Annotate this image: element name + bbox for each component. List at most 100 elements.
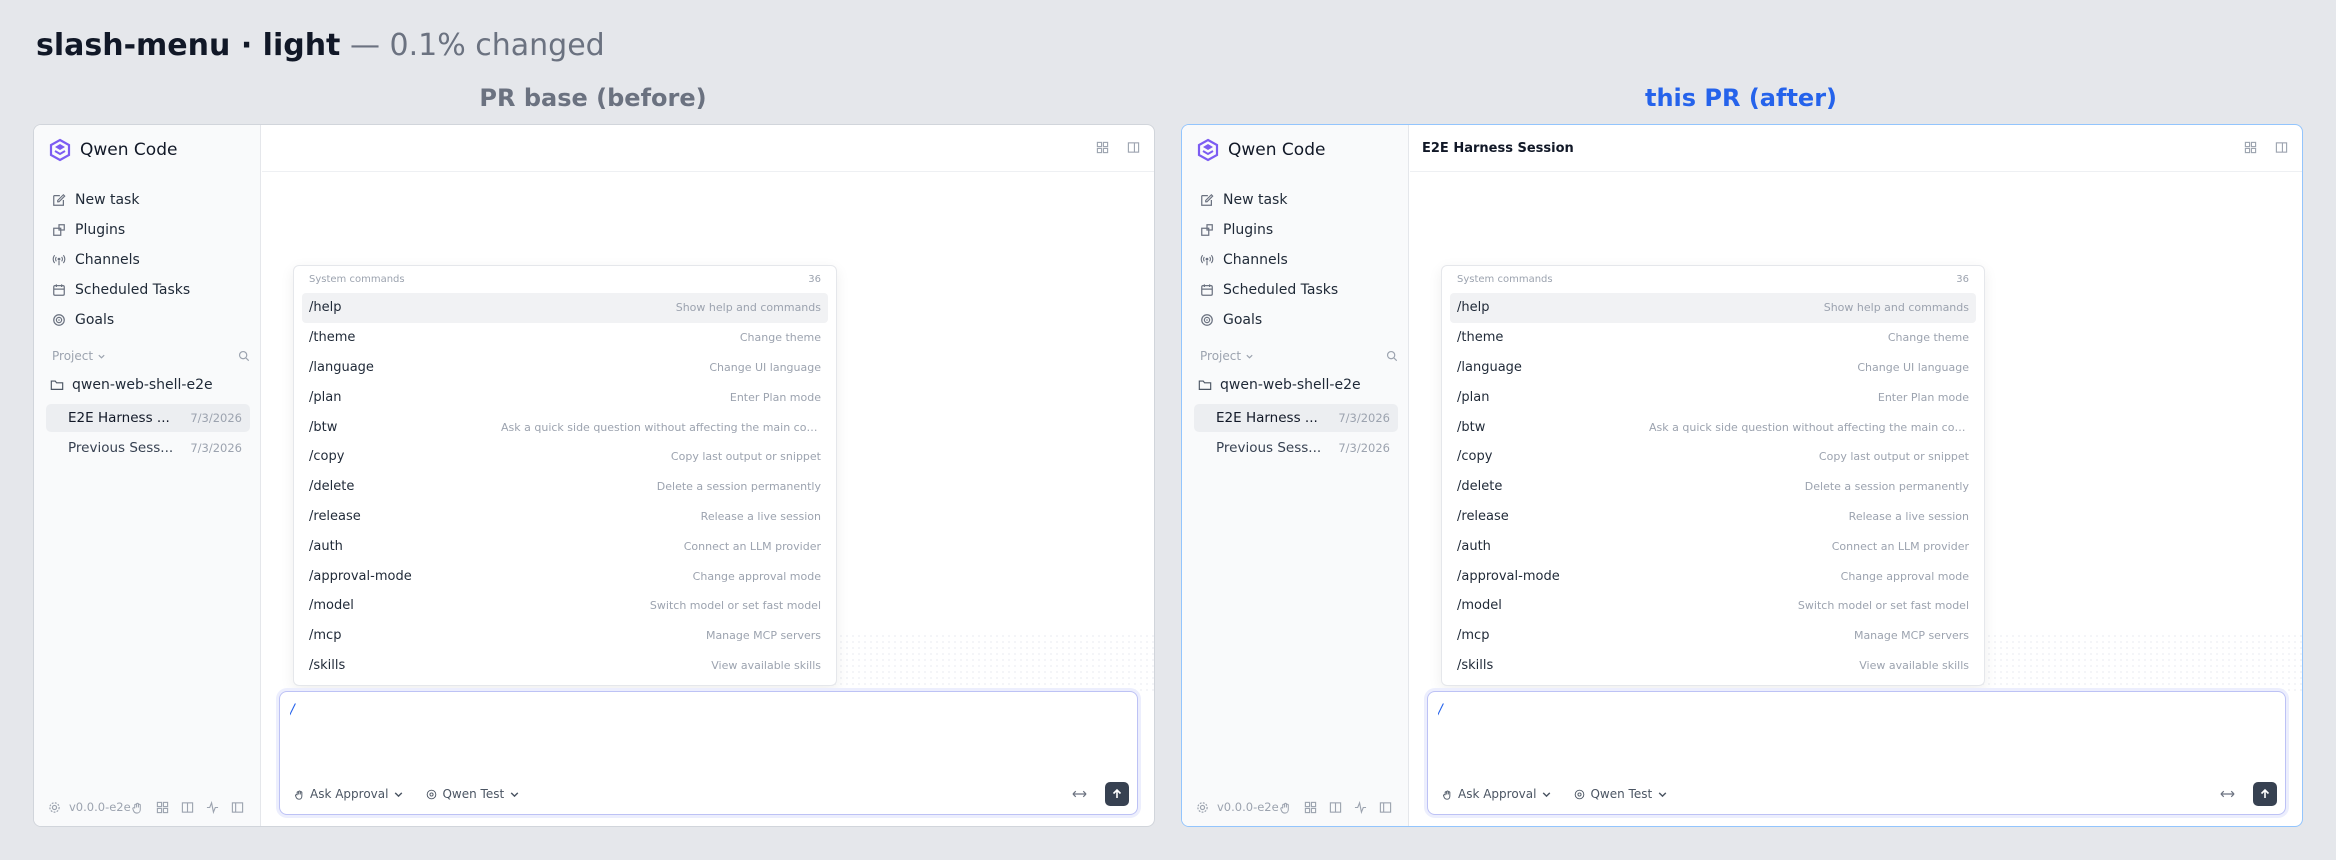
gear-icon[interactable] (48, 801, 61, 814)
command-description: Change theme (739, 331, 821, 345)
command-item-approval-mode[interactable]: /approval-mode Change approval mode (1450, 561, 1976, 591)
arrow-up-icon (2260, 788, 2270, 798)
book-icon[interactable] (1329, 801, 1342, 814)
command-item-delete[interactable]: /delete Delete a session permanently (302, 472, 828, 502)
model-select[interactable]: Qwen Test (426, 787, 520, 801)
command-item-release[interactable]: /release Release a live session (302, 502, 828, 532)
command-item-copy[interactable]: /copy Copy last output or snippet (302, 442, 828, 472)
command-menu-heading: System commands (309, 274, 405, 285)
project-selector[interactable]: Project (52, 349, 106, 363)
composer-input[interactable] (290, 702, 890, 718)
sidebar-panel-icon[interactable] (231, 801, 244, 814)
command-item-approval-mode[interactable]: /approval-mode Change approval mode (302, 561, 828, 591)
command-item-plan[interactable]: /plan Enter Plan mode (302, 382, 828, 412)
qwen-logo-icon (49, 138, 71, 162)
command-name: /language (1457, 359, 1522, 375)
sidebar-item-new-task[interactable]: New task (1196, 185, 1396, 215)
command-item-help[interactable]: /help Show help and commands (302, 293, 828, 323)
command-name: /copy (309, 449, 345, 465)
page-title-suffix: — 0.1% changed (349, 28, 605, 63)
session-topbar (262, 125, 1154, 172)
project-folder[interactable]: qwen-web-shell-e2e (1198, 373, 1361, 397)
activity-icon[interactable] (206, 800, 219, 814)
sidebar-item-label: Goals (1223, 312, 1263, 328)
project-folder[interactable]: qwen-web-shell-e2e (50, 373, 213, 397)
activity-icon[interactable] (1354, 800, 1367, 814)
split-panel-icon[interactable] (1127, 141, 1140, 154)
command-item-model[interactable]: /model Switch model or set fast model (302, 591, 828, 621)
search-icon[interactable] (1386, 350, 1398, 362)
command-item-btw[interactable]: /btw Ask a quick side question without af… (1450, 412, 1976, 442)
command-item-theme[interactable]: /theme Change theme (302, 323, 828, 353)
command-item-mcp[interactable]: /mcp Manage MCP servers (1450, 621, 1976, 651)
session-item[interactable]: E2E Harness ... 7/3/2026 (46, 404, 250, 432)
command-item-delete[interactable]: /delete Delete a session permanently (1450, 472, 1976, 502)
command-item-auth[interactable]: /auth Connect an LLM provider (1450, 531, 1976, 561)
approval-mode-select[interactable]: Ask Approval (1442, 787, 1552, 801)
sidebar-item-channels[interactable]: Channels (48, 245, 248, 275)
sidebar-item-goals[interactable]: Goals (1196, 305, 1396, 335)
command-description: Switch model or set fast model (649, 599, 821, 613)
layout-grid-icon[interactable] (1096, 141, 1109, 154)
command-description: Copy last output or snippet (670, 450, 821, 464)
command-item-btw[interactable]: /btw Ask a quick side question without af… (302, 412, 828, 442)
command-item-mcp[interactable]: /mcp Manage MCP servers (302, 621, 828, 651)
book-icon[interactable] (181, 801, 194, 814)
approval-mode-value: Ask Approval (310, 787, 389, 801)
search-icon[interactable] (238, 350, 250, 362)
sidebar-item-scheduled-tasks[interactable]: Scheduled Tasks (48, 275, 248, 305)
sidebar-item-plugins[interactable]: Plugins (48, 215, 248, 245)
sidebar-footer: v0.0.0-e2e (48, 796, 244, 818)
sidebar-item-plugins[interactable]: Plugins (1196, 215, 1396, 245)
session-item[interactable]: E2E Harness ... 7/3/2026 (1194, 404, 1398, 432)
command-item-skills[interactable]: /skills View available skills (1450, 651, 1976, 681)
send-button[interactable] (2253, 782, 2277, 806)
session-item[interactable]: Previous Sess... 7/3/2026 (1194, 434, 1398, 462)
grid-icon[interactable] (156, 801, 169, 814)
composer-actions (1072, 782, 1129, 806)
command-item-auth[interactable]: /auth Connect an LLM provider (302, 531, 828, 561)
sidebar: Qwen Code New task Plugins Channels Sche… (34, 125, 261, 826)
hand-icon[interactable] (1279, 801, 1292, 814)
project-selector[interactable]: Project (1200, 349, 1254, 363)
project-folder-name: qwen-web-shell-e2e (72, 377, 213, 393)
command-description: Switch model or set fast model (1797, 599, 1969, 613)
topbar-actions (1096, 141, 1140, 154)
command-item-skills[interactable]: /skills View available skills (302, 651, 828, 681)
approval-mode-select[interactable]: Ask Approval (294, 787, 404, 801)
sidebar-item-channels[interactable]: Channels (1196, 245, 1396, 275)
sidebar-panel-icon[interactable] (1379, 801, 1392, 814)
session-title: E2E Harness ... (1216, 410, 1318, 426)
expand-horizontal-icon[interactable] (1072, 789, 1087, 799)
sidebar-item-label: Channels (1223, 252, 1288, 268)
command-item-copy[interactable]: /copy Copy last output or snippet (1450, 442, 1976, 472)
gear-icon[interactable] (1196, 801, 1209, 814)
command-item-plan[interactable]: /plan Enter Plan mode (1450, 382, 1976, 412)
hand-icon[interactable] (131, 801, 144, 814)
expand-horizontal-icon[interactable] (2220, 789, 2235, 799)
command-description: View available skills (711, 658, 821, 672)
brand: Qwen Code (48, 137, 177, 163)
command-item-language[interactable]: /language Change UI language (1450, 353, 1976, 383)
grid-icon[interactable] (1304, 801, 1317, 814)
command-item-help[interactable]: /help Show help and commands (1450, 293, 1976, 323)
after-pane-label: this PR (after) (1644, 84, 1837, 112)
sidebar-item-new-task[interactable]: New task (48, 185, 248, 215)
command-description: Delete a session permanently (1804, 480, 1969, 494)
command-item-model[interactable]: /model Switch model or set fast model (1450, 591, 1976, 621)
command-item-release[interactable]: /release Release a live session (1450, 502, 1976, 532)
sidebar-item-goals[interactable]: Goals (48, 305, 248, 335)
send-button[interactable] (1105, 782, 1129, 806)
composer-input[interactable] (1438, 702, 2038, 718)
edit-icon (1201, 193, 1214, 206)
before-pane-label: PR base (before) (479, 84, 707, 112)
sidebar-item-scheduled-tasks[interactable]: Scheduled Tasks (1196, 275, 1396, 305)
command-item-theme[interactable]: /theme Change theme (1450, 323, 1976, 353)
session-item[interactable]: Previous Sess... 7/3/2026 (46, 434, 250, 462)
split-panel-icon[interactable] (2275, 141, 2288, 154)
command-item-language[interactable]: /language Change UI language (302, 353, 828, 383)
layout-grid-icon[interactable] (2244, 141, 2257, 154)
model-select[interactable]: Qwen Test (1574, 787, 1668, 801)
command-description: Enter Plan mode (729, 390, 821, 404)
chevron-down-icon (510, 791, 519, 797)
